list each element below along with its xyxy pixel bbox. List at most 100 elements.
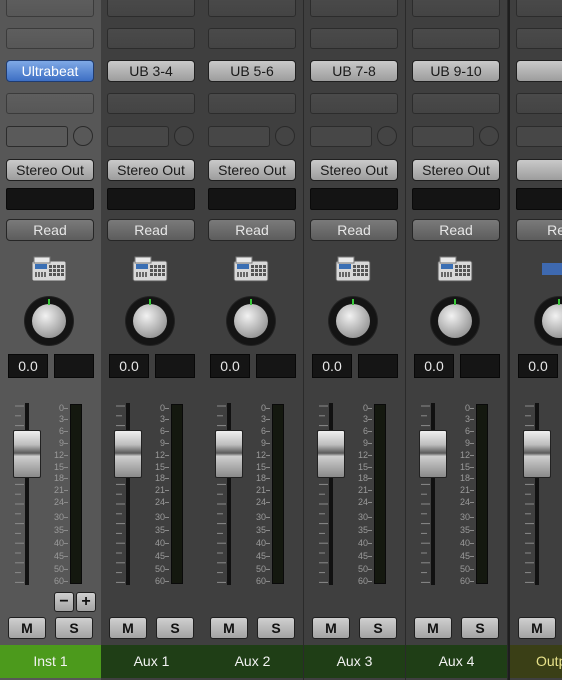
channel-name[interactable]: Aux 4: [406, 645, 507, 678]
db-scale-tick: [165, 530, 169, 531]
db-scale-tick: [165, 556, 169, 557]
solo-button[interactable]: S: [257, 617, 295, 639]
db-scale-label: 9: [159, 438, 165, 448]
db-scale-tick: [470, 431, 474, 432]
db-scale-tick: [64, 556, 68, 557]
db-scale-tick: [266, 419, 270, 420]
db-scale-label: 0: [159, 403, 165, 413]
db-scale-tick: [165, 581, 169, 582]
fader-scale: [421, 405, 430, 583]
db-scale-label: 12: [154, 450, 165, 460]
mute-button[interactable]: M: [8, 617, 46, 639]
channel-strip: UB 9-10 Stereo Out Read 0.0 0 3 6 9 12 15 18 21 24 30…: [406, 0, 508, 680]
level-meter: [272, 404, 284, 584]
db-scale-label: 40: [53, 538, 64, 548]
db-scale-tick: [368, 569, 372, 570]
db-scale-tick: [64, 569, 68, 570]
db-scale-tick: [368, 443, 372, 444]
db-scale-tick: [368, 556, 372, 557]
db-scale-label: 3: [362, 414, 368, 424]
db-scale-label: 12: [357, 450, 368, 460]
volume-fader[interactable]: [523, 430, 551, 478]
db-scale-label: 40: [357, 538, 368, 548]
db-scale-label: 18: [53, 473, 64, 483]
volume-fader[interactable]: [419, 430, 447, 478]
db-scale-label: 0: [362, 403, 368, 413]
db-scale-label: 24: [459, 497, 470, 507]
db-scale-label: 50: [357, 564, 368, 574]
db-scale-label: 21: [357, 485, 368, 495]
channel-name[interactable]: Aux 1: [101, 645, 202, 678]
db-scale-tick: [165, 517, 169, 518]
db-scale-label: 6: [362, 426, 368, 436]
db-scale-label: 9: [464, 438, 470, 448]
solo-button[interactable]: S: [156, 617, 194, 639]
db-scale-label: 40: [459, 538, 470, 548]
mute-button[interactable]: M: [518, 617, 556, 639]
db-scale-tick: [266, 455, 270, 456]
db-scale-label: 30: [53, 512, 64, 522]
remove-send-button[interactable]: −: [54, 592, 74, 612]
db-scale-tick: [368, 490, 372, 491]
db-scale-label: 40: [154, 538, 165, 548]
db-scale-tick: [64, 517, 68, 518]
db-scale-label: 24: [357, 497, 368, 507]
db-scale-tick: [165, 490, 169, 491]
db-scale-label: 60: [459, 576, 470, 586]
db-scale-tick: [165, 502, 169, 503]
db-scale-tick: [470, 556, 474, 557]
channel-name[interactable]: Outp: [510, 645, 562, 678]
db-scale-label: 3: [159, 414, 165, 424]
channel-strip: UB 3-4 Stereo Out Read 0.0 0 3 6 9 12 15 18 21 24 30 3…: [101, 0, 203, 680]
db-scale-tick: [470, 419, 474, 420]
mute-button[interactable]: M: [109, 617, 147, 639]
channel-name[interactable]: Aux 2: [202, 645, 303, 678]
db-scale-label: 24: [255, 497, 266, 507]
db-scale-tick: [368, 431, 372, 432]
channel-name[interactable]: Aux 3: [304, 645, 405, 678]
db-scale-label: 18: [357, 473, 368, 483]
mute-button[interactable]: M: [210, 617, 248, 639]
db-scale-label: 21: [53, 485, 64, 495]
db-scale-label: 21: [154, 485, 165, 495]
db-scale-label: 45: [459, 551, 470, 561]
db-scale-tick: [165, 431, 169, 432]
volume-fader[interactable]: [215, 430, 243, 478]
db-scale-label: 12: [53, 450, 64, 460]
mute-button[interactable]: M: [414, 617, 452, 639]
db-scale-tick: [470, 517, 474, 518]
add-send-button[interactable]: +: [76, 592, 96, 612]
db-scale-label: 24: [53, 497, 64, 507]
db-scale-tick: [470, 455, 474, 456]
db-scale-tick: [266, 408, 270, 409]
db-scale-label: 0: [260, 403, 266, 413]
volume-fader[interactable]: [13, 430, 41, 478]
db-scale-label: 45: [53, 551, 64, 561]
db-scale-label: 30: [357, 512, 368, 522]
db-scale-tick: [368, 543, 372, 544]
channel-name[interactable]: Inst 1: [0, 645, 101, 678]
volume-fader[interactable]: [114, 430, 142, 478]
solo-button[interactable]: S: [461, 617, 499, 639]
db-scale-tick: [64, 467, 68, 468]
solo-button[interactable]: S: [55, 617, 93, 639]
db-scale-label: 9: [260, 438, 266, 448]
db-scale-tick: [470, 467, 474, 468]
db-scale-label: 50: [459, 564, 470, 574]
volume-fader[interactable]: [317, 430, 345, 478]
db-scale-label: 0: [464, 403, 470, 413]
db-scale-label: 15: [459, 462, 470, 472]
db-scale-label: 18: [154, 473, 165, 483]
db-scale-label: 60: [357, 576, 368, 586]
solo-button[interactable]: S: [359, 617, 397, 639]
db-scale-tick: [64, 455, 68, 456]
db-scale-label: 45: [357, 551, 368, 561]
db-scale-tick: [266, 530, 270, 531]
db-scale-tick: [470, 443, 474, 444]
db-scale-tick: [64, 530, 68, 531]
mute-button[interactable]: M: [312, 617, 350, 639]
db-scale-tick: [266, 478, 270, 479]
db-scale-tick: [266, 556, 270, 557]
db-scale-label: 18: [459, 473, 470, 483]
db-scale-tick: [64, 490, 68, 491]
